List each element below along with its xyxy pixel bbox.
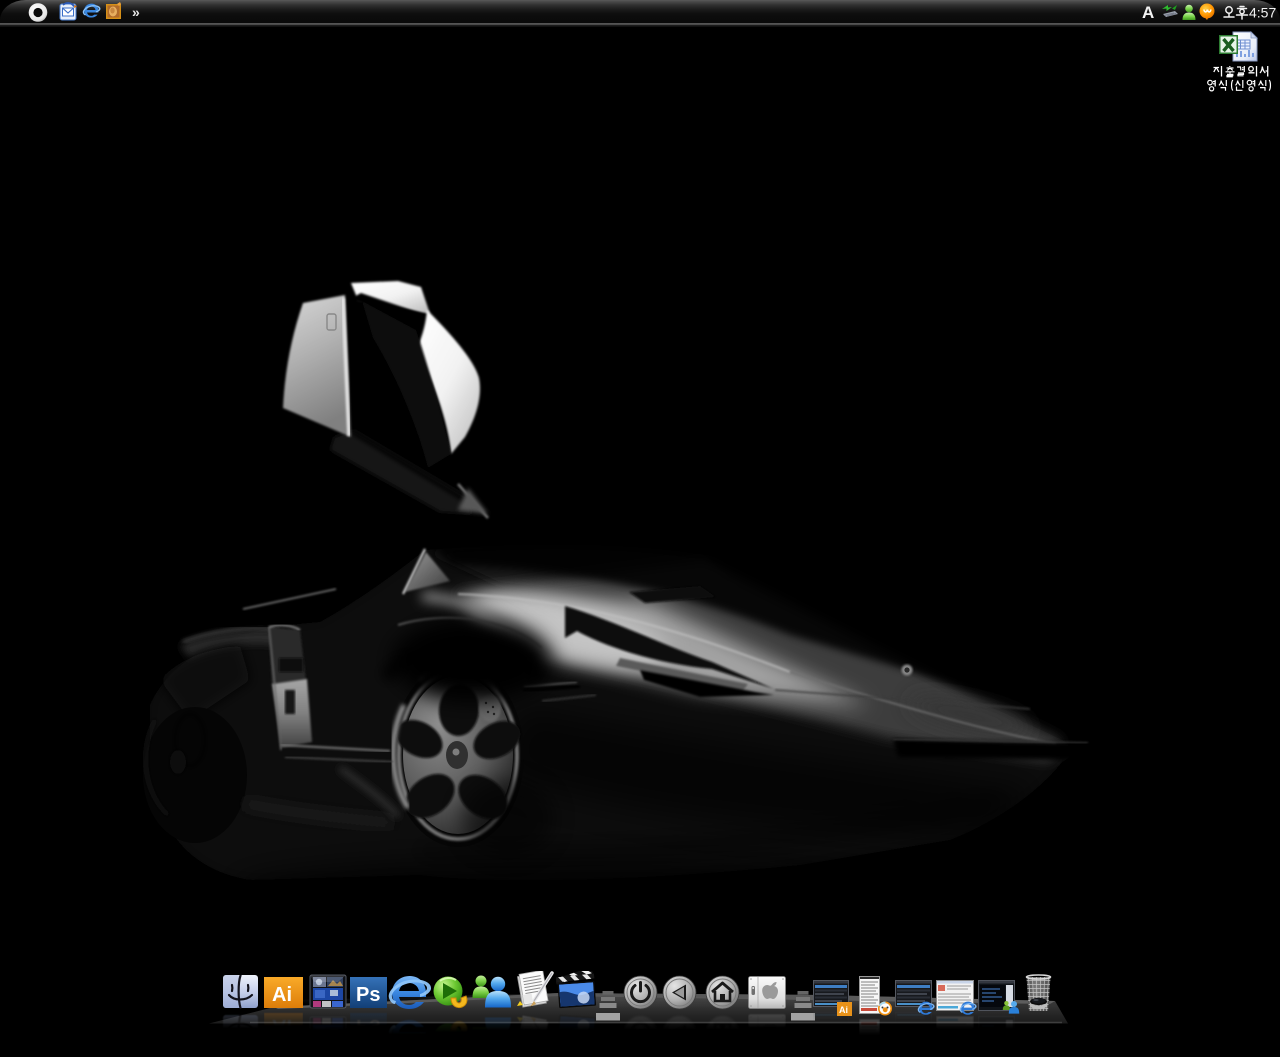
svg-text:Ps: Ps — [356, 984, 380, 1006]
svg-text:Ai: Ai — [272, 984, 292, 1006]
svg-text:Ai: Ai — [272, 1015, 292, 1037]
svg-text:Ps: Ps — [356, 1015, 380, 1037]
svg-text:Ai: Ai — [839, 1005, 848, 1015]
